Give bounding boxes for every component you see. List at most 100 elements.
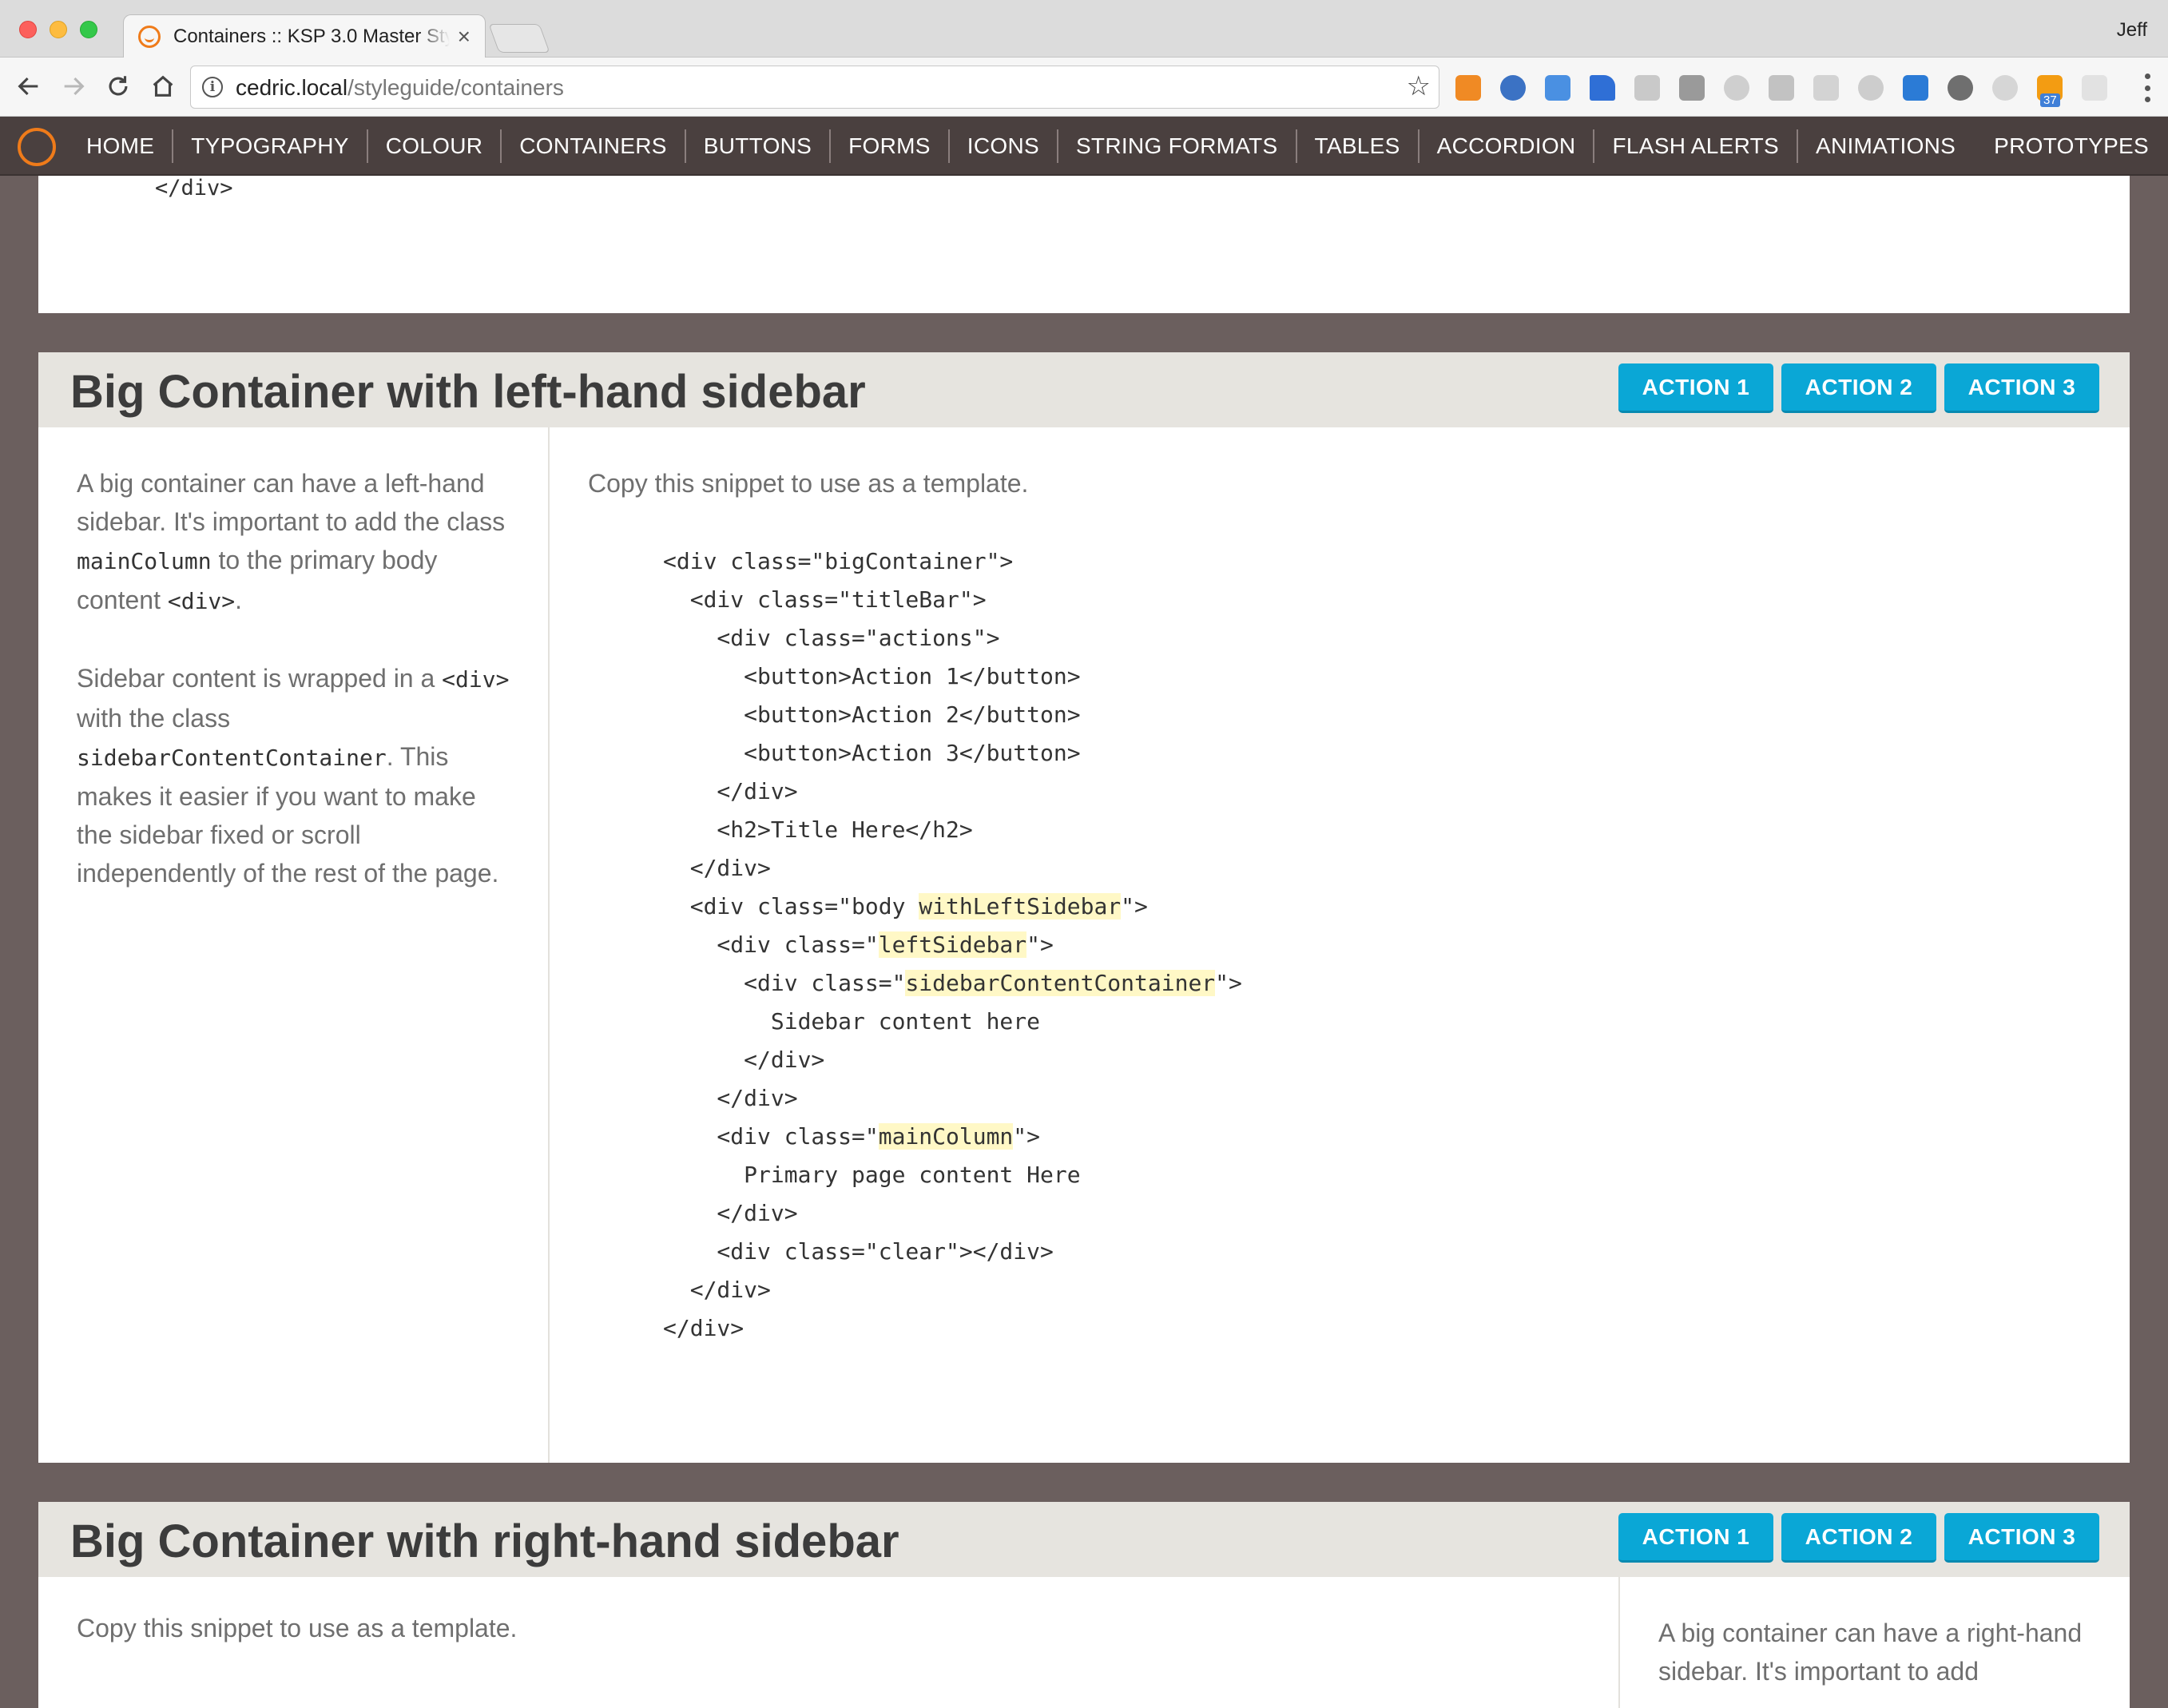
code-inline: mainColumn <box>77 548 212 574</box>
nav-icons[interactable]: ICONS <box>947 129 1057 163</box>
code-highlight: withLeftSidebar <box>919 893 1122 920</box>
back-button[interactable] <box>11 69 46 104</box>
nav-menu: HOME TYPOGRAPHY COLOUR CONTAINERS BUTTON… <box>69 117 1973 176</box>
home-button[interactable] <box>145 69 181 104</box>
nav-string-formats[interactable]: STRING FORMATS <box>1056 129 1296 163</box>
s-extension-icon[interactable] <box>1903 75 1928 101</box>
home-icon <box>153 75 173 97</box>
right-sidebar: A big container can have a right-hand si… <box>1618 1577 2130 1708</box>
code-text: <div class=" <box>663 970 906 996</box>
code-line: <div class="leftSidebar"> <box>663 926 2090 964</box>
nav-typography[interactable]: TYPOGRAPHY <box>172 129 366 163</box>
nav-containers[interactable]: CONTAINERS <box>500 129 685 163</box>
code-line: <div class="sidebarContentContainer"> <box>663 964 2090 1003</box>
eyedropper-extension-icon[interactable] <box>1590 75 1615 101</box>
reload-icon <box>109 76 128 96</box>
globe-extension-icon[interactable] <box>1500 75 1526 101</box>
address-url[interactable]: cedric.local/styleguide/containers <box>236 75 564 101</box>
code-line: <button>Action 2</button> <box>663 701 1081 728</box>
sidebar-paragraph-1: A big container can have a left-hand sid… <box>77 464 510 621</box>
code-text: <div class=" <box>663 1123 879 1150</box>
code-line: <div class="mainColumn"> <box>663 1118 2090 1156</box>
window-zoom-button[interactable] <box>80 21 97 38</box>
code-text: "> <box>1215 970 1242 996</box>
code-line: Primary page content Here <box>663 1162 1081 1188</box>
nav-home[interactable]: HOME <box>69 129 172 163</box>
actions: ACTION 1 ACTION 2 ACTION 3 <box>1618 1513 2099 1563</box>
code-highlight: leftSidebar <box>878 931 1027 958</box>
card-title: Big Container with right-hand sidebar <box>70 1515 899 1567</box>
sidebar-paragraph-2: Sidebar content is wrapped in a <div> wi… <box>77 659 510 892</box>
reload-button[interactable] <box>101 69 136 104</box>
code-line: <div class="actions"> <box>663 625 1000 651</box>
star-icon[interactable]: ☆ <box>1407 73 1431 100</box>
sidebar-description: A big container can have a left-hand sid… <box>77 464 510 892</box>
code-text: "> <box>1121 893 1148 920</box>
angular-extension-icon[interactable] <box>1634 75 1660 101</box>
window-close-button[interactable] <box>19 21 37 38</box>
actions: ACTION 1 ACTION 2 ACTION 3 <box>1618 363 2099 413</box>
arrow-left-icon <box>18 77 38 96</box>
tab-title: Containers :: KSP 3.0 Master Style Guide <box>173 26 450 47</box>
nav-buttons[interactable]: BUTTONS <box>684 129 829 163</box>
film-extension-icon[interactable] <box>1948 75 1973 101</box>
action-2-button[interactable]: ACTION 2 <box>1781 363 1936 413</box>
window-minimize-button[interactable] <box>50 21 67 38</box>
main-column: Copy this snippet to use as a template. … <box>588 427 2090 1348</box>
previous-container-card: </div> <box>38 176 2130 313</box>
analytics-extension-icon[interactable] <box>1455 75 1481 101</box>
ublock-extension-icon[interactable] <box>1858 75 1884 101</box>
text-span: A big container can have a left-hand sid… <box>77 469 506 536</box>
drive-extension-icon[interactable] <box>1769 75 1794 101</box>
code-line: <div class="bigContainer"> <box>663 548 1014 574</box>
site-logo-icon[interactable] <box>18 128 56 166</box>
code-highlight: sidebarContentContainer <box>905 970 1216 996</box>
resize-extension-icon[interactable] <box>1545 75 1570 101</box>
nav-prototypes[interactable]: PROTOTYPES <box>1994 117 2149 176</box>
code-snippet[interactable]: <div class="bigContainer"> <div class="t… <box>663 542 2090 1348</box>
nav-colour[interactable]: COLOUR <box>366 129 501 163</box>
code-line: <button>Action 1</button> <box>663 663 1081 689</box>
nav-animations[interactable]: ANIMATIONS <box>1796 129 1973 163</box>
title-bar: Big Container with left-hand sidebar ACT… <box>38 352 2130 427</box>
screen-extension-icon[interactable] <box>1813 75 1839 101</box>
nav-flash-alerts[interactable]: FLASH ALERTS <box>1593 129 1797 163</box>
tab-close-icon[interactable]: × <box>458 26 471 48</box>
browser-tab-active[interactable]: Containers :: KSP 3.0 Master Style Guide… <box>123 14 486 58</box>
code-line: <div class="titleBar"> <box>663 586 987 613</box>
more-vertical-icon[interactable] <box>2144 73 2150 102</box>
extension-badge: 37 <box>2040 93 2060 107</box>
site-favicon-icon <box>138 26 161 48</box>
square-extension-icon[interactable] <box>1679 75 1705 101</box>
title-bar: Big Container with right-hand sidebar AC… <box>38 1502 2130 1577</box>
action-1-button[interactable]: ACTION 1 <box>1618 1513 1773 1563</box>
address-bar[interactable]: i cedric.local/styleguide/containers ☆ <box>190 66 1439 109</box>
mail-extension-icon[interactable] <box>2082 75 2107 101</box>
nav-accordion[interactable]: ACCORDION <box>1417 129 1594 163</box>
action-3-button[interactable]: ACTION 3 <box>1944 363 2099 413</box>
action-3-button[interactable]: ACTION 3 <box>1944 1513 2099 1563</box>
code-line: <h2>Title Here</h2> <box>663 816 973 843</box>
new-tab-button[interactable] <box>488 24 550 53</box>
text-span: . <box>235 586 243 614</box>
text-span: Sidebar content is wrapped in a <box>77 664 443 693</box>
nav-forms[interactable]: FORMS <box>829 129 948 163</box>
code-inline: <div> <box>167 588 236 614</box>
profile-name[interactable]: Jeff <box>2117 19 2147 42</box>
code-extension-icon[interactable] <box>1992 75 2018 101</box>
nav-tables[interactable]: TABLES <box>1295 129 1418 163</box>
action-2-button[interactable]: ACTION 2 <box>1781 1513 1936 1563</box>
info-icon[interactable]: i <box>202 77 223 97</box>
code-line: </div> <box>663 1200 798 1226</box>
code-line: <div class="body withLeftSidebar"> <box>663 888 2090 926</box>
browser-toolbar: i cedric.local/styleguide/containers ☆ 3… <box>0 58 2168 117</box>
rss-extension-icon[interactable]: 37 <box>2037 75 2063 107</box>
forward-button[interactable] <box>56 69 91 104</box>
code-highlight: mainColumn <box>878 1123 1014 1150</box>
code-inline: sidebarContentContainer <box>77 745 387 771</box>
circle-extension-icon[interactable] <box>1724 75 1749 101</box>
code-line: </div> <box>663 1047 825 1073</box>
action-1-button[interactable]: ACTION 1 <box>1618 363 1773 413</box>
arrow-right-icon <box>64 77 85 96</box>
code-text: <div class="body <box>663 893 919 920</box>
